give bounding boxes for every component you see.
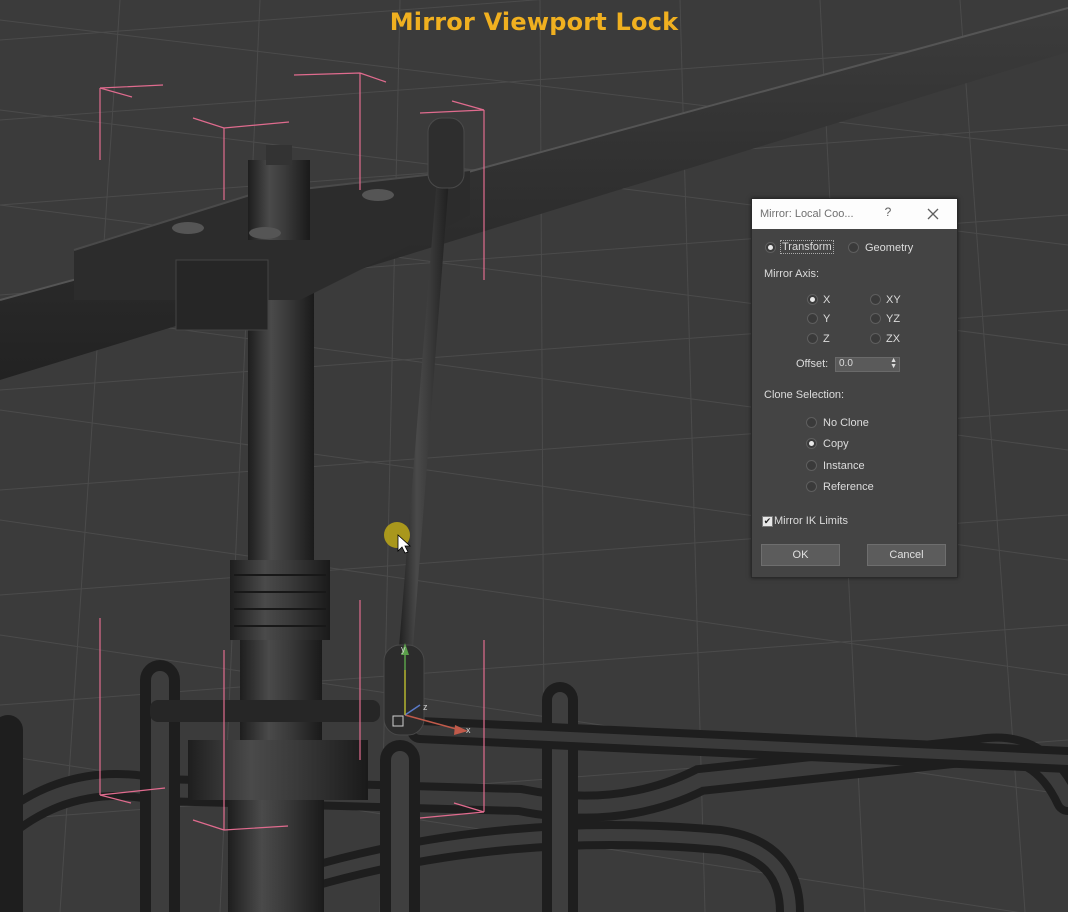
radio-axis-y[interactable] [807, 313, 818, 324]
label-no-clone[interactable]: No Clone [823, 417, 869, 429]
label-axis-z[interactable]: Z [823, 333, 830, 345]
radio-axis-x[interactable] [807, 294, 818, 305]
radio-copy[interactable] [806, 438, 817, 449]
label-axis-yz[interactable]: YZ [886, 313, 900, 325]
cancel-button[interactable]: Cancel [867, 544, 946, 566]
ok-button[interactable]: OK [761, 544, 840, 566]
offset-label: Offset: [796, 358, 829, 370]
video-title: Mirror Viewport Lock [389, 8, 679, 36]
offset-spinner[interactable]: 0.0 ▲ ▼ [835, 357, 900, 372]
mirror-axis-label: Mirror Axis: [764, 268, 819, 280]
mirror-ik-checkbox[interactable]: ✔ [762, 516, 773, 527]
radio-no-clone[interactable] [806, 417, 817, 428]
label-reference[interactable]: Reference [823, 481, 874, 493]
label-axis-xy[interactable]: XY [886, 294, 901, 306]
mirror-dialog: Mirror: Local Coo... ? Transform Geometr… [751, 198, 958, 578]
radio-transform[interactable] [765, 242, 776, 253]
radio-reference[interactable] [806, 481, 817, 492]
radio-axis-xy[interactable] [870, 294, 881, 305]
radio-axis-z[interactable] [807, 333, 818, 344]
radio-axis-yz[interactable] [870, 313, 881, 324]
spinner-arrows-icon[interactable]: ▲ ▼ [890, 357, 897, 370]
mirror-ik-label[interactable]: Mirror IK Limits [774, 515, 848, 527]
gizmo-z-label: z [423, 702, 428, 712]
label-axis-y[interactable]: Y [823, 313, 830, 325]
gizmo-x-label: x [466, 725, 471, 735]
clone-selection-label: Clone Selection: [764, 389, 845, 401]
label-transform[interactable]: Transform [780, 240, 834, 254]
offset-value[interactable]: 0.0 [839, 358, 853, 369]
radio-geometry[interactable] [848, 242, 859, 253]
close-icon[interactable] [923, 204, 943, 224]
dialog-title: Mirror: Local Coo... [760, 208, 854, 220]
label-copy[interactable]: Copy [823, 438, 849, 450]
radio-instance[interactable] [806, 460, 817, 471]
help-button[interactable]: ? [880, 205, 896, 221]
label-axis-x[interactable]: X [823, 294, 830, 306]
gizmo-y-label: y [401, 644, 406, 654]
dialog-titlebar[interactable]: Mirror: Local Coo... ? [752, 199, 957, 229]
radio-axis-zx[interactable] [870, 333, 881, 344]
label-geometry[interactable]: Geometry [865, 242, 913, 254]
label-axis-zx[interactable]: ZX [886, 333, 900, 345]
label-instance[interactable]: Instance [823, 460, 865, 472]
